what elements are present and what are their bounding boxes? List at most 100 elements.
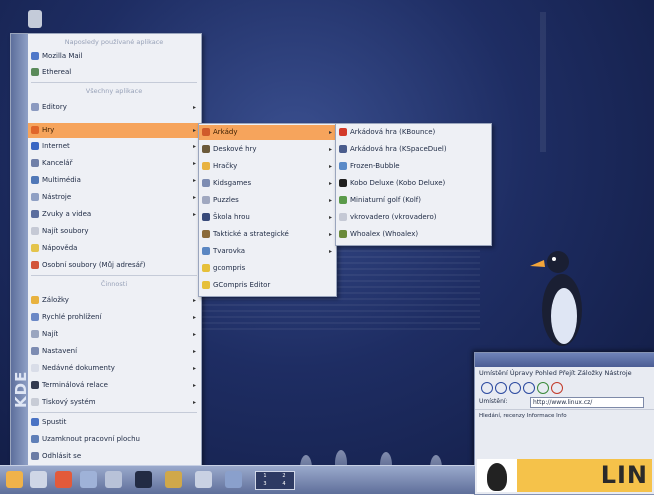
submenu-item-board-games[interactable]: Deskové hry ▸: [199, 142, 336, 157]
ethereal-icon: [31, 68, 39, 76]
submenu-item-label: Puzzles: [213, 196, 239, 204]
frozen-bubble-icon: [339, 162, 347, 170]
menu-item-label: Uzamknout pracovní plochu: [42, 435, 140, 443]
zoom-out-icon[interactable]: [495, 382, 507, 394]
menu-separator: [31, 275, 197, 276]
kspaceduel-icon: [339, 145, 347, 153]
menu-item-internet[interactable]: Internet ▸: [28, 139, 200, 154]
terminal-launcher-icon[interactable]: [135, 471, 152, 488]
home-folder-icon[interactable]: [55, 471, 72, 488]
menu-item-home[interactable]: Osobní soubory (Můj adresář): [28, 258, 200, 273]
submenu-item-label: Kidsgames: [213, 179, 252, 187]
arcade-item-whoalex[interactable]: Whoalex (Whoalex): [336, 227, 491, 242]
submenu-arrow-icon: ▸: [192, 399, 196, 406]
menu-item-label: Nápověda: [42, 244, 78, 252]
menu-item-bookmarks[interactable]: Záložky ▸: [28, 293, 200, 308]
pager-desktop-3[interactable]: 3: [256, 480, 274, 488]
office-launcher-icon[interactable]: [195, 471, 212, 488]
zoom-reset-icon[interactable]: [523, 382, 535, 394]
stop-icon[interactable]: [551, 382, 563, 394]
window-titlebar[interactable]: [475, 353, 654, 367]
submenu-arrow-icon: ▸: [328, 129, 332, 136]
menu-item-settings[interactable]: Nastavení ▸: [28, 344, 200, 359]
menu-item-help[interactable]: Nápověda: [28, 241, 200, 256]
submenu-arrow-icon: ▸: [328, 231, 332, 238]
menu-item-run[interactable]: Spustit: [28, 415, 200, 430]
menu-item-label: Najít: [42, 330, 59, 338]
submenu-item-tetris[interactable]: Tvarovka ▸: [199, 244, 336, 259]
help-center-icon[interactable]: [105, 471, 122, 488]
menu-item-terminal-session[interactable]: Terminálová relace ▸: [28, 378, 200, 393]
menu-item-logout[interactable]: Odhlásit se: [28, 449, 200, 464]
submenu-item-arcade[interactable]: Arkády ▸: [199, 125, 336, 140]
arcade-submenu: Arkádová hra (KBounce) Arkádová hra (KSp…: [335, 123, 492, 246]
desktop-icon[interactable]: [30, 471, 47, 488]
mail-launcher-icon[interactable]: [165, 471, 182, 488]
zoom-in-icon[interactable]: [481, 382, 493, 394]
pager-desktop-4[interactable]: 4: [275, 480, 293, 488]
menu-item-office[interactable]: Kancelář ▸: [28, 156, 200, 171]
terminal-icon: [31, 381, 39, 389]
submenu-arrow-icon: ▸: [192, 143, 196, 150]
menu-item-find-files[interactable]: Najít soubory: [28, 224, 200, 239]
menu-item-editors[interactable]: Editory ▸: [28, 100, 200, 115]
sound-icon: [31, 210, 39, 218]
find-files-icon: [31, 227, 39, 235]
submenu-item-edu-games[interactable]: Škola hrou ▸: [199, 210, 336, 225]
submenu-item-kidsgames[interactable]: Kidsgames ▸: [199, 176, 336, 191]
menu-item-label: Nastavení: [42, 347, 78, 355]
tux-penguin-icon: [530, 251, 582, 346]
menu-item-multimedia[interactable]: Multimédia ▸: [28, 173, 200, 188]
menu-item-find[interactable]: Najít ▸: [28, 327, 200, 342]
browser-toolbar: [475, 379, 654, 395]
reload-icon[interactable]: [537, 382, 549, 394]
submenu-arrow-icon: ▸: [192, 211, 196, 218]
page-banner-text: LIN: [600, 461, 648, 489]
submenu-item-strategy[interactable]: Taktické a strategické ▸: [199, 227, 336, 242]
menu-item-lock-screen[interactable]: Uzamknout pracovní plochu: [28, 432, 200, 447]
menu-item-games[interactable]: Hry ▸: [28, 123, 200, 138]
pager-desktop-1[interactable]: 1: [256, 472, 274, 480]
browser-launcher-icon[interactable]: [225, 471, 242, 488]
bookmarks-bar[interactable]: Hledání, recenzy Informace Info: [475, 409, 654, 422]
submenu-item-toys[interactable]: Hračky ▸: [199, 159, 336, 174]
k-menu-button[interactable]: [6, 471, 23, 488]
menu-item-ethereal[interactable]: Ethereal: [28, 65, 200, 80]
trash-icon[interactable]: [28, 10, 42, 28]
search-icon: [31, 330, 39, 338]
menu-sidebar: KDE: [11, 34, 30, 466]
menu-item-print-system[interactable]: Tiskový systém ▸: [28, 395, 200, 410]
browser-menubar[interactable]: Umístění Úpravy Pohled Přejít Záložky Ná…: [475, 367, 654, 379]
editor-icon: [31, 103, 39, 111]
zoom-icon[interactable]: [509, 382, 521, 394]
arcade-item-kbounce[interactable]: Arkádová hra (KBounce): [336, 125, 491, 140]
arcade-item-vkrovadero[interactable]: vkrovadero (vkrovadero): [336, 210, 491, 225]
menu-item-tools[interactable]: Nástroje ▸: [28, 190, 200, 205]
browser-window: Umístění Úpravy Pohled Přejít Záložky Ná…: [474, 352, 654, 495]
pager-desktop-2[interactable]: 2: [275, 472, 293, 480]
submenu-item-label: Tvarovka: [213, 247, 246, 255]
submenu-item-gcompris[interactable]: gcompris: [199, 261, 336, 276]
konqueror-icon[interactable]: [80, 471, 97, 488]
submenu-arrow-icon: ▸: [328, 180, 332, 187]
submenu-arrow-icon: ▸: [192, 365, 196, 372]
submenu-arrow-icon: ▸: [192, 127, 196, 134]
submenu-item-puzzles[interactable]: Puzzles ▸: [199, 193, 336, 208]
arcade-item-kobo-deluxe[interactable]: Kobo Deluxe (Kobo Deluxe): [336, 176, 491, 191]
arcade-item-frozen-bubble[interactable]: Frozen-Bubble: [336, 159, 491, 174]
menu-item-sound-video[interactable]: Zvuky a videa ▸: [28, 207, 200, 222]
menu-item-quick-browser[interactable]: Rychlé prohlížení ▸: [28, 310, 200, 325]
printer-icon: [31, 398, 39, 406]
menu-item-mozilla-mail[interactable]: Mozilla Mail: [28, 49, 200, 64]
arcade-item-kspaceduel[interactable]: Arkádová hra (KSpaceDuel): [336, 142, 491, 157]
menu-item-recent-documents[interactable]: Nedávné dokumenty ▸: [28, 361, 200, 376]
arcade-item-kolf[interactable]: Miniaturní golf (Kolf): [336, 193, 491, 208]
desktop-pager[interactable]: 1 2 3 4: [255, 471, 295, 490]
address-input[interactable]: http://www.linux.cz/: [530, 397, 644, 408]
submenu-item-gcompris-editor[interactable]: GCompris Editor: [199, 278, 336, 293]
submenu-arrow-icon: ▸: [328, 214, 332, 221]
arcade-item-label: Whoalex (Whoalex): [350, 230, 419, 238]
bookmark-icon: [31, 296, 39, 304]
submenu-arrow-icon: ▸: [192, 104, 196, 111]
menu-item-label: Rychlé prohlížení: [42, 313, 102, 321]
